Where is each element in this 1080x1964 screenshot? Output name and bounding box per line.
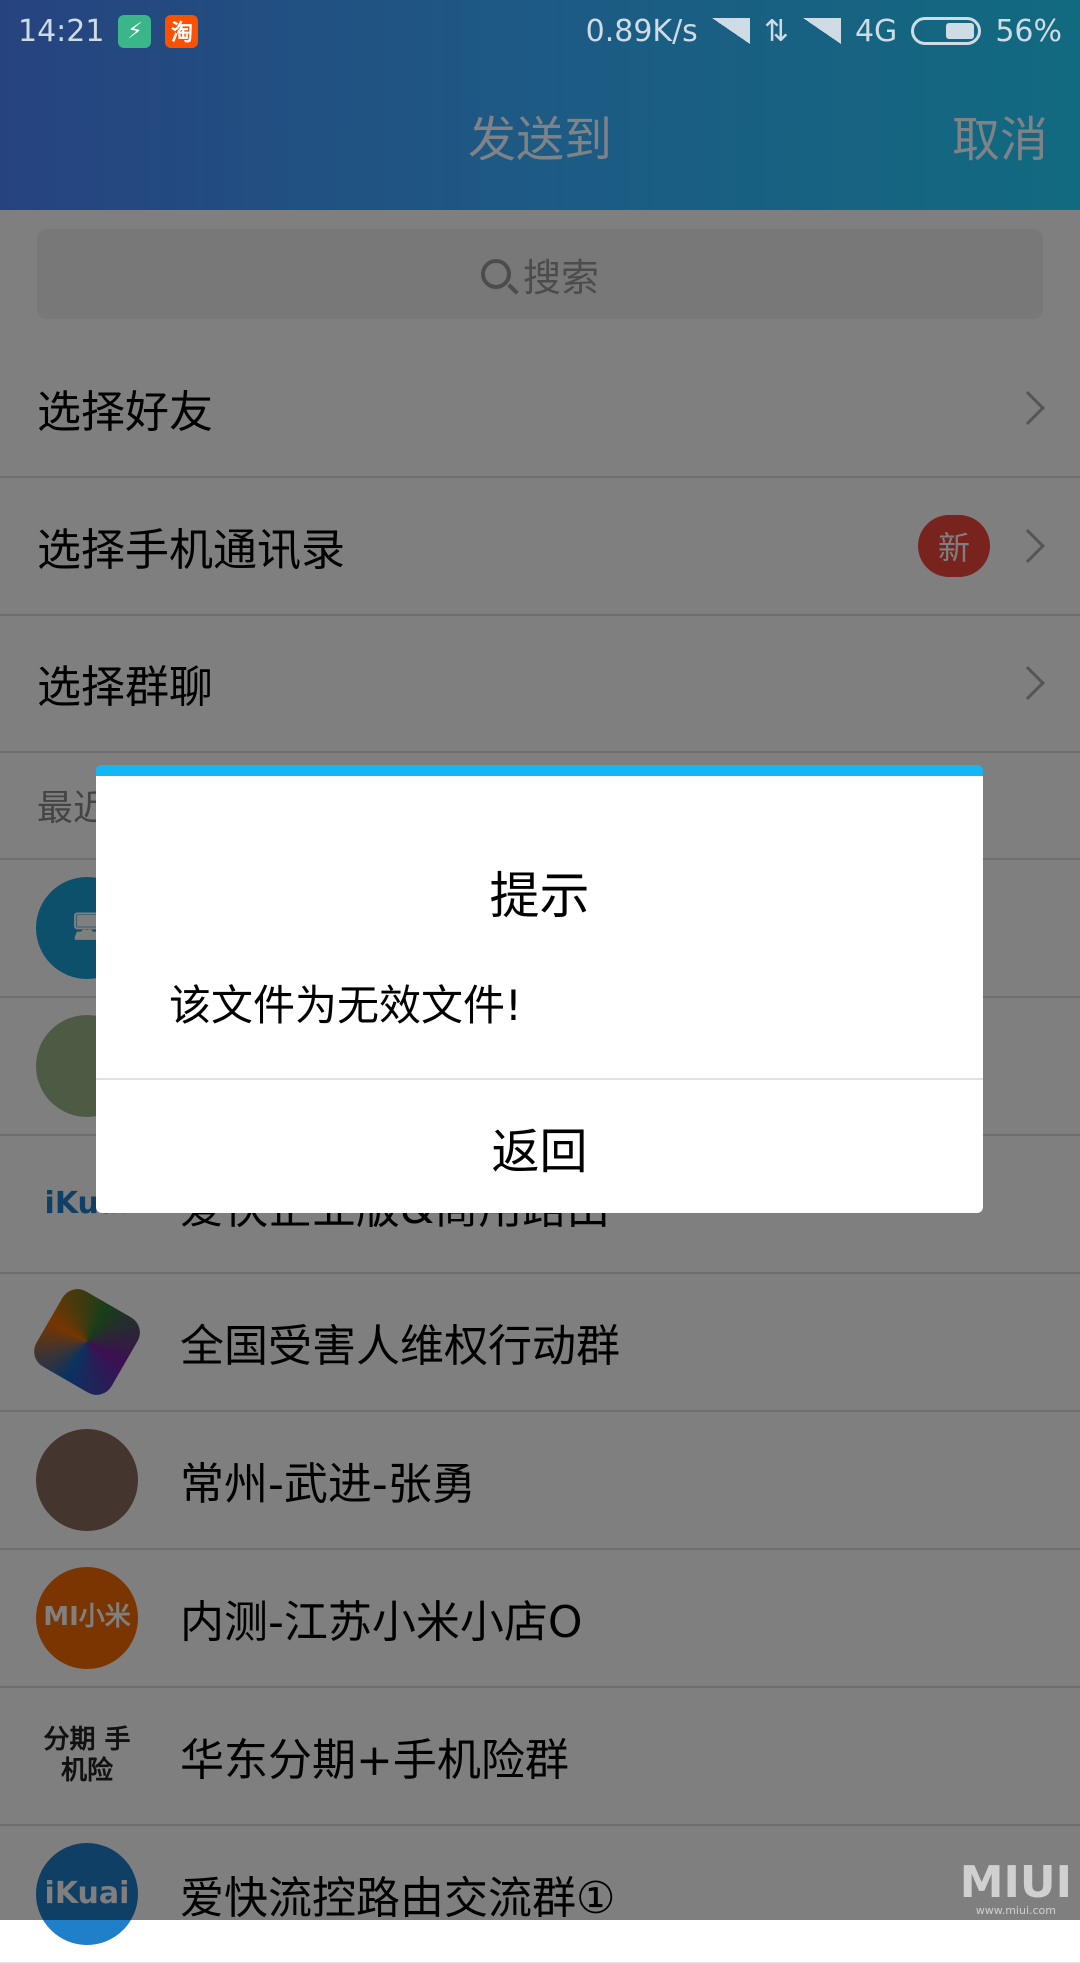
- net-speed: 0.89K/s: [585, 13, 698, 49]
- dialog-message: 该文件为无效文件!: [169, 981, 522, 1030]
- taobao-icon: 淘: [165, 14, 199, 48]
- clock: 14:21: [18, 13, 105, 49]
- signal-icon: [802, 18, 841, 44]
- back-button[interactable]: 返回: [96, 1080, 983, 1213]
- signal-icon: [711, 18, 750, 44]
- dialog-title: 提示: [489, 867, 590, 925]
- shield-bolt-icon: ⚡: [118, 14, 152, 48]
- network-type: 4G: [854, 13, 898, 49]
- cancel-button[interactable]: 取消: [952, 100, 1048, 170]
- battery-icon: [911, 17, 982, 45]
- miui-watermark: MIUI www.miui.com: [959, 1857, 1072, 1917]
- data-transfer-icon: ⇅: [763, 13, 789, 49]
- app-header: 14:21 ⚡ 淘 0.89K/s ⇅ 4G 56% 发送到 取消: [0, 0, 1080, 210]
- alert-dialog: 提示 该文件为无效文件! 返回: [96, 765, 983, 1213]
- page-title: 发送到: [467, 112, 612, 168]
- battery-percent: 56%: [995, 13, 1062, 49]
- status-bar: 14:21 ⚡ 淘 0.89K/s ⇅ 4G 56%: [0, 0, 1080, 62]
